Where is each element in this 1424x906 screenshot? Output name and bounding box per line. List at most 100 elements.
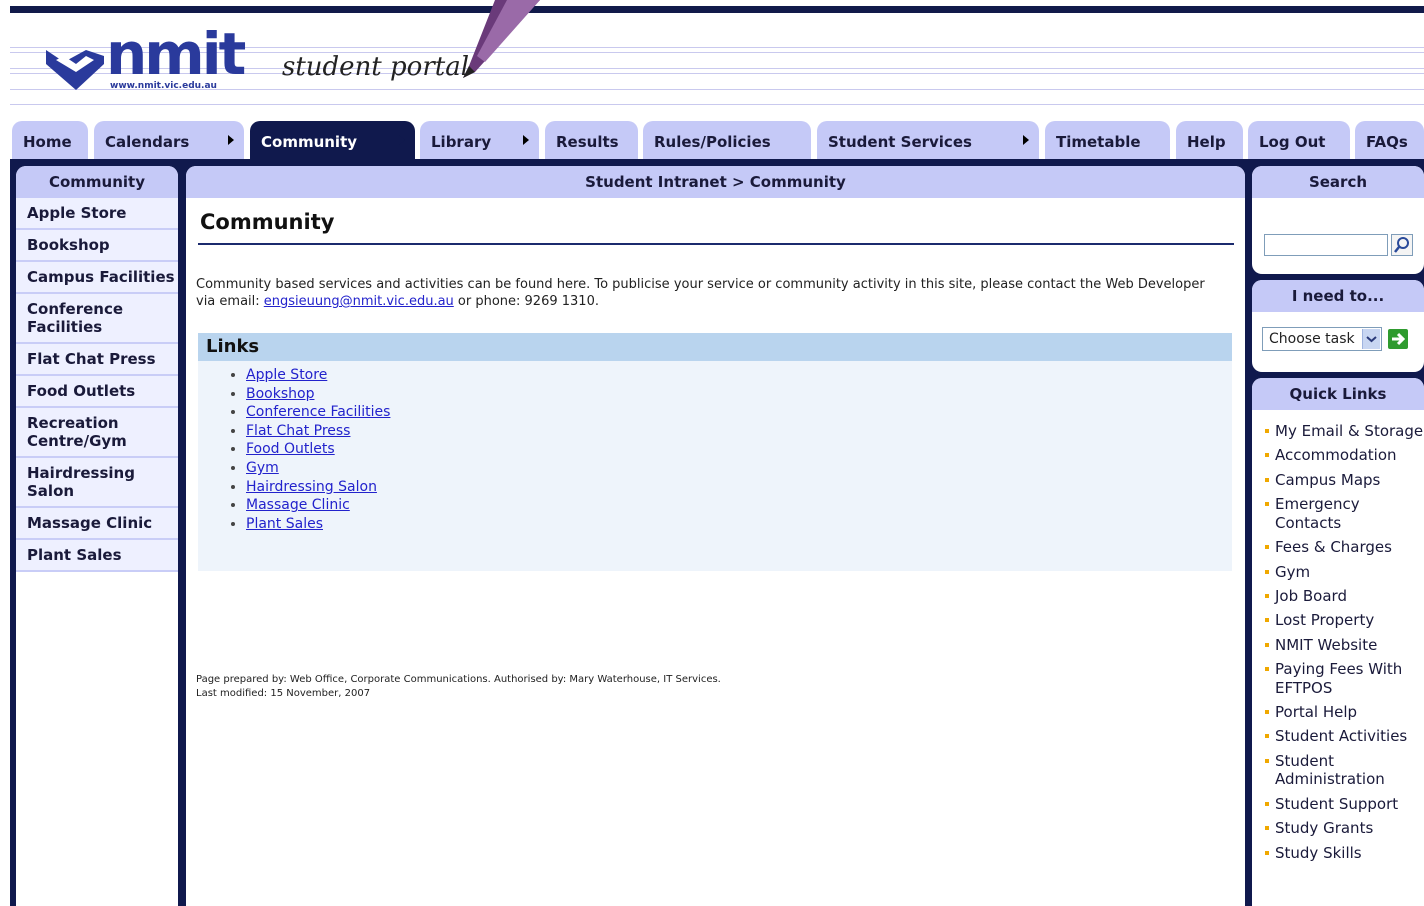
- quick-links-list: My Email & Storage Accommodation Campus …: [1252, 422, 1424, 862]
- quick-links-panel: Quick Links My Email & Storage Accommoda…: [1252, 378, 1424, 906]
- tab-timetable[interactable]: Timetable: [1045, 121, 1170, 162]
- sidebar-title: Community: [16, 166, 178, 198]
- task-select[interactable]: Choose task: [1262, 327, 1382, 351]
- sidebar-item-bookshop[interactable]: Bookshop: [16, 230, 178, 262]
- search-input[interactable]: [1264, 234, 1388, 256]
- tab-community[interactable]: Community: [250, 121, 415, 162]
- link-apple-store[interactable]: Apple Store: [246, 367, 327, 383]
- tab-faqs[interactable]: FAQs: [1355, 121, 1424, 162]
- sidebar-item-conference-facilities[interactable]: Conference Facilities: [16, 294, 178, 344]
- tab-label: Results: [556, 133, 619, 151]
- quick-link-gym[interactable]: Gym: [1264, 563, 1424, 582]
- quick-link-accommodation[interactable]: Accommodation: [1264, 446, 1424, 465]
- tab-home[interactable]: Home: [12, 121, 88, 162]
- link-hairdressing-salon[interactable]: Hairdressing Salon: [246, 479, 377, 495]
- links-heading: Links: [198, 333, 1232, 361]
- main-content: Student Intranet > Community Community C…: [186, 166, 1245, 906]
- tab-log-out[interactable]: Log Out: [1248, 121, 1350, 162]
- link-conference-facilities[interactable]: Conference Facilities: [246, 404, 390, 420]
- quick-link-nmit-website[interactable]: NMIT Website: [1264, 636, 1424, 655]
- tab-label: Student Services: [828, 133, 972, 151]
- sidebar-item-flat-chat-press[interactable]: Flat Chat Press: [16, 344, 178, 376]
- search-panel: Search: [1252, 166, 1424, 274]
- sidebar-item-recreation-centre-gym[interactable]: Recreation Centre/Gym: [16, 408, 178, 458]
- sidebar-item-massage-clinic[interactable]: Massage Clinic: [16, 508, 178, 540]
- submenu-arrow-icon: [1023, 135, 1029, 145]
- tab-label: Rules/Policies: [654, 133, 771, 151]
- link-plant-sales[interactable]: Plant Sales: [246, 516, 323, 532]
- page-title: Community: [200, 210, 335, 234]
- sidebar-item-plant-sales[interactable]: Plant Sales: [16, 540, 178, 572]
- task-selected-value: Choose task: [1269, 331, 1355, 347]
- list-item: Bookshop: [246, 385, 1232, 404]
- submenu-arrow-icon: [399, 135, 405, 145]
- title-divider: [198, 243, 1234, 245]
- tab-help[interactable]: Help: [1176, 121, 1243, 162]
- link-gym[interactable]: Gym: [246, 460, 279, 476]
- email-link[interactable]: engsieuung@nmit.vic.edu.au: [264, 294, 454, 309]
- tab-library[interactable]: Library: [420, 121, 539, 162]
- sidebar-item-food-outlets[interactable]: Food Outlets: [16, 376, 178, 408]
- chevron-down-icon[interactable]: [1362, 329, 1380, 349]
- quick-link-emergency-contacts[interactable]: Emergency Contacts: [1264, 495, 1424, 532]
- tab-student-services[interactable]: Student Services: [817, 121, 1039, 162]
- logo-wordmark[interactable]: nmit: [106, 22, 246, 86]
- footer-last-modified: Last modified: 15 November, 2007: [196, 688, 371, 699]
- magnifier-icon: [1394, 237, 1409, 253]
- tab-label: Calendars: [105, 133, 190, 151]
- intro-text-part: or phone: 9269 1310.: [453, 294, 599, 309]
- quick-link-study-skills[interactable]: Study Skills: [1264, 844, 1424, 863]
- tab-label: FAQs: [1366, 133, 1408, 151]
- quick-link-paying-fees-eftpos[interactable]: Paying Fees With EFTPOS: [1264, 660, 1424, 697]
- link-massage-clinic[interactable]: Massage Clinic: [246, 497, 350, 513]
- left-sidebar: Community Apple Store Bookshop Campus Fa…: [16, 166, 178, 906]
- search-title: Search: [1252, 166, 1424, 198]
- tab-label: Home: [23, 133, 72, 151]
- link-food-outlets[interactable]: Food Outlets: [246, 441, 335, 457]
- list-item: Massage Clinic: [246, 496, 1232, 515]
- logo-url: www.nmit.vic.edu.au: [110, 81, 217, 91]
- tab-calendars[interactable]: Calendars: [94, 121, 244, 162]
- quick-link-study-grants[interactable]: Study Grants: [1264, 819, 1424, 838]
- header-top-bar: [10, 6, 1424, 13]
- page-footer-note: Page prepared by: Web Office, Corporate …: [196, 673, 721, 701]
- task-title: I need to...: [1252, 280, 1424, 312]
- tab-label: Help: [1187, 133, 1226, 151]
- submenu-arrow-icon: [523, 135, 529, 145]
- list-item: Flat Chat Press: [246, 422, 1232, 441]
- link-bookshop[interactable]: Bookshop: [246, 386, 314, 402]
- quick-link-student-administration[interactable]: Student Administration: [1264, 752, 1424, 789]
- list-item: Gym: [246, 459, 1232, 478]
- quick-link-fees-charges[interactable]: Fees & Charges: [1264, 538, 1424, 557]
- tab-label: Community: [261, 133, 358, 151]
- quick-link-student-support[interactable]: Student Support: [1264, 795, 1424, 814]
- green-arrow-icon: [1392, 332, 1406, 346]
- sidebar-item-apple-store[interactable]: Apple Store: [16, 198, 178, 230]
- quick-link-campus-maps[interactable]: Campus Maps: [1264, 471, 1424, 490]
- intro-text: Community based services and activities …: [196, 276, 1226, 310]
- tab-label: Log Out: [1259, 133, 1326, 151]
- search-button[interactable]: [1391, 234, 1413, 256]
- nmit-logo-icon[interactable]: [46, 44, 104, 90]
- tab-rules-policies[interactable]: Rules/Policies: [643, 121, 811, 162]
- task-panel: I need to... Choose task: [1252, 280, 1424, 372]
- submenu-arrow-icon: [228, 135, 234, 145]
- portal-title: student portal: [282, 52, 470, 82]
- links-section: Links Apple Store Bookshop Conference Fa…: [198, 333, 1232, 571]
- go-button[interactable]: [1388, 329, 1408, 349]
- sidebar-item-hairdressing-salon[interactable]: Hairdressing Salon: [16, 458, 178, 508]
- links-list: Apple Store Bookshop Conference Faciliti…: [198, 366, 1232, 533]
- quick-link-my-email-storage[interactable]: My Email & Storage: [1264, 422, 1424, 441]
- quick-link-student-activities[interactable]: Student Activities: [1264, 727, 1424, 746]
- list-item: Hairdressing Salon: [246, 478, 1232, 497]
- tab-results[interactable]: Results: [545, 121, 638, 162]
- pen-icon: [463, 0, 540, 78]
- quick-link-portal-help[interactable]: Portal Help: [1264, 703, 1424, 722]
- breadcrumb[interactable]: Student Intranet > Community: [186, 166, 1245, 198]
- quick-link-job-board[interactable]: Job Board: [1264, 587, 1424, 606]
- tab-label: Library: [431, 133, 492, 151]
- link-flat-chat-press[interactable]: Flat Chat Press: [246, 423, 350, 439]
- sidebar-item-campus-facilities[interactable]: Campus Facilities: [16, 262, 178, 294]
- list-item: Apple Store: [246, 366, 1232, 385]
- quick-link-lost-property[interactable]: Lost Property: [1264, 611, 1424, 630]
